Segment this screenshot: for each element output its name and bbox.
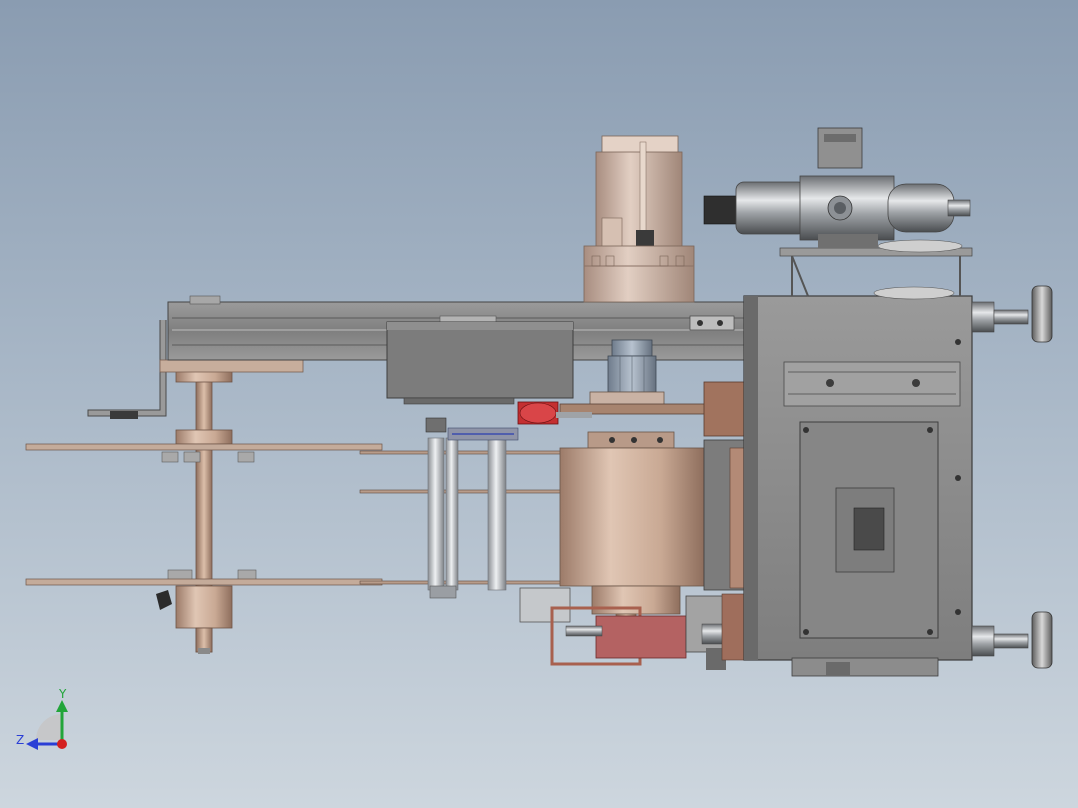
horizontal-servo-motor [703,127,971,248]
orientation-triad[interactable]: Y Z [16,687,68,750]
z-axis-label: Z [16,733,24,747]
left-spindle [156,363,257,654]
leveling-feet [971,285,1053,669]
vertical-motor [583,135,695,303]
triad-plane-icon [36,714,62,740]
machine-assembly: Y Z [16,127,1053,750]
large-cylinder [559,447,705,641]
carriage-box [386,321,574,405]
main-housing [743,295,973,677]
x-axis-dot [57,739,67,749]
y-axis-label: Y [58,687,67,701]
motor-mount [779,239,973,300]
guide-rods [425,417,519,599]
cad-viewport[interactable]: Y Z [0,0,1078,808]
